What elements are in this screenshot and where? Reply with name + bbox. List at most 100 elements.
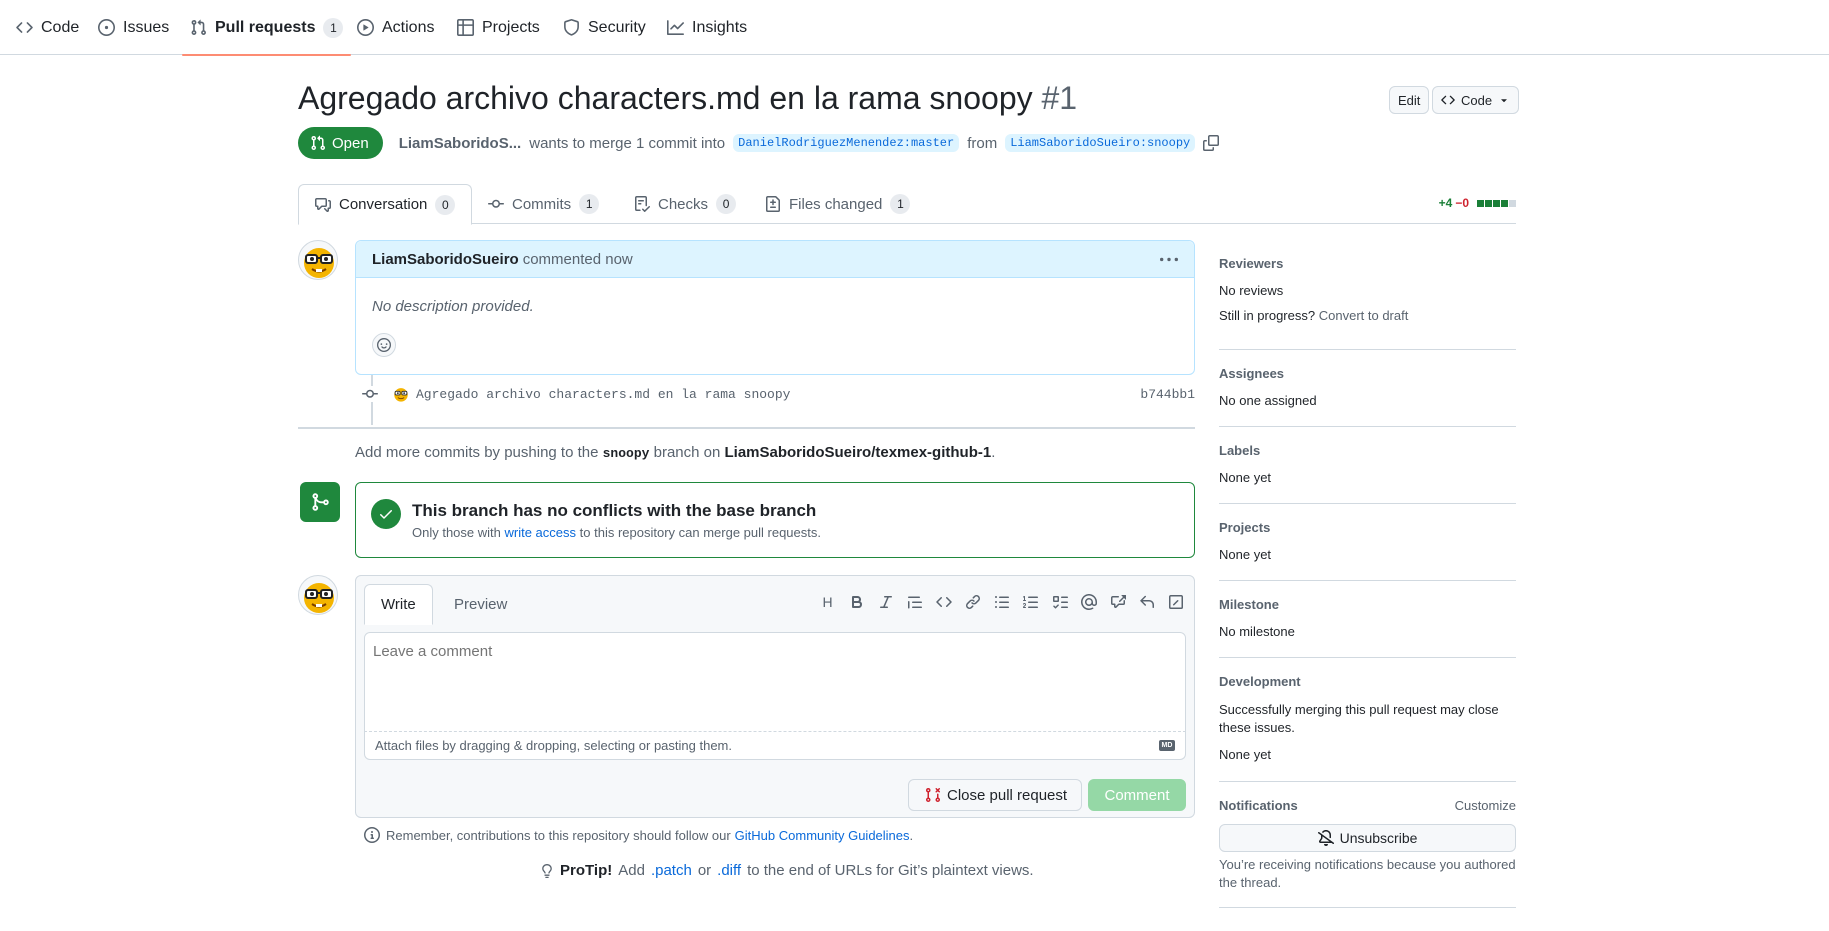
- nav-code[interactable]: Code: [16, 0, 79, 55]
- guidelines-suffix: .: [909, 827, 914, 843]
- bold-icon[interactable]: [848, 593, 865, 610]
- avatar[interactable]: [298, 240, 338, 280]
- hint-middle: branch on: [653, 444, 721, 461]
- merge-status-sub: Only those with write access to this rep…: [412, 525, 821, 540]
- labels-section[interactable]: Labels None yet: [1219, 443, 1516, 485]
- commit-message[interactable]: Agregado archivo characters.md en la ram…: [416, 387, 790, 402]
- pull-request-icon: [191, 19, 206, 35]
- tab-commits[interactable]: Commits 1: [472, 184, 615, 224]
- labels-heading[interactable]: Labels: [1219, 443, 1516, 458]
- avatar[interactable]: [298, 575, 338, 615]
- tab-checks[interactable]: Checks 0: [618, 184, 752, 224]
- link-icon[interactable]: [964, 593, 981, 610]
- unordered-list-icon[interactable]: [993, 593, 1010, 610]
- code-icon: [1441, 95, 1455, 105]
- git-commit-icon: [362, 386, 378, 402]
- nav-issues[interactable]: Issues: [98, 0, 169, 55]
- development-description: Successfully merging this pull request m…: [1219, 702, 1499, 735]
- commit-sha[interactable]: b744bb1: [1140, 387, 1195, 402]
- in-progress-text: Still in progress?: [1219, 308, 1316, 323]
- mention-icon[interactable]: [1080, 593, 1097, 610]
- checklist-icon: [635, 196, 650, 212]
- diffstat-blocks: [1476, 196, 1516, 210]
- sidebar-divider: [1219, 349, 1516, 350]
- smiley-icon: [377, 338, 391, 352]
- milestone-heading[interactable]: Milestone: [1219, 597, 1516, 612]
- heading-icon[interactable]: H: [819, 593, 836, 610]
- projects-section[interactable]: Projects None yet: [1219, 520, 1516, 562]
- reply-icon[interactable]: [1138, 593, 1155, 610]
- from-text: from: [967, 134, 998, 152]
- customize-notifications-link[interactable]: Customize: [1455, 798, 1516, 813]
- projects-heading[interactable]: Projects: [1219, 520, 1516, 535]
- reviewers-heading[interactable]: Reviewers: [1219, 256, 1516, 271]
- comment-submit-button[interactable]: Comment: [1088, 779, 1186, 811]
- unsubscribe-button[interactable]: Unsubscribe: [1219, 824, 1516, 852]
- edit-button-label: Edit: [1398, 92, 1421, 108]
- code-dropdown-button[interactable]: Code: [1432, 86, 1520, 114]
- comment-time[interactable]: commented now: [523, 251, 633, 268]
- development-heading[interactable]: Development: [1219, 674, 1516, 689]
- hint-repo[interactable]: LiamSaboridoSueiro/texmex-github-1: [725, 444, 992, 461]
- base-branch[interactable]: DanielRodriguezMenendez:master: [733, 134, 960, 152]
- protip: ProTip! Add .patch or .diff to the end o…: [540, 862, 1034, 879]
- assignees-heading[interactable]: Assignees: [1219, 366, 1516, 381]
- diffstat-square: [1477, 200, 1484, 207]
- development-section[interactable]: Development Successfully merging this pu…: [1219, 674, 1516, 762]
- pull-requests-counter: 1: [323, 17, 344, 38]
- merge-box: This branch has no conflicts with the ba…: [355, 482, 1195, 558]
- milestone-section[interactable]: Milestone No milestone: [1219, 597, 1516, 639]
- edit-button[interactable]: Edit: [1389, 86, 1430, 114]
- head-branch[interactable]: LiamSaboridoSueiro:snoopy: [1005, 134, 1196, 152]
- tasklist-icon[interactable]: [1051, 593, 1068, 610]
- tab-preview[interactable]: Preview: [438, 584, 523, 624]
- markdown-icon[interactable]: MD: [1159, 740, 1175, 751]
- nav-security-label: Security: [588, 18, 646, 36]
- nav-projects[interactable]: Projects: [457, 0, 540, 55]
- merge-status-title: This branch has no conflicts with the ba…: [412, 501, 817, 520]
- comment-textarea[interactable]: [364, 632, 1186, 732]
- file-diff-icon: [766, 196, 780, 212]
- nav-pull-requests[interactable]: Pull requests 1: [181, 0, 352, 56]
- close-pull-request-button[interactable]: Close pull request: [908, 779, 1083, 811]
- italic-icon[interactable]: [877, 593, 894, 610]
- code-icon[interactable]: [935, 593, 952, 610]
- tab-write[interactable]: Write: [364, 584, 433, 625]
- quote-icon[interactable]: [906, 593, 923, 610]
- push-hint: Add more commits by pushing to the snoop…: [355, 444, 995, 461]
- nav-insights[interactable]: Insights: [667, 0, 747, 55]
- community-guidelines-link[interactable]: GitHub Community Guidelines: [735, 828, 910, 843]
- tab-conversation[interactable]: Conversation 0: [298, 184, 473, 225]
- attach-files-bar[interactable]: Attach files by dragging & dropping, sel…: [364, 732, 1186, 760]
- commit-author-avatar[interactable]: [392, 385, 410, 403]
- comment-editor: Write Preview H Attach files by dragging…: [355, 575, 1195, 818]
- cross-reference-icon[interactable]: [1109, 593, 1126, 610]
- patch-link[interactable]: .patch: [651, 862, 692, 879]
- diff-link[interactable]: .diff: [717, 862, 741, 879]
- comment-author[interactable]: LiamSaboridoSueiro: [372, 251, 519, 268]
- reviewers-section[interactable]: Reviewers No reviews Still in progress? …: [1219, 256, 1516, 323]
- nav-security[interactable]: Security: [563, 0, 646, 55]
- add-reaction-button[interactable]: [372, 333, 396, 357]
- markdown-toolbar: H: [819, 593, 1184, 610]
- close-pull-request-label: Close pull request: [947, 786, 1068, 804]
- write-access-link[interactable]: write access: [505, 525, 577, 540]
- info-icon: [364, 827, 380, 843]
- diff-modified-icon[interactable]: [1167, 593, 1184, 610]
- ordered-list-icon[interactable]: [1022, 593, 1039, 610]
- pr-title: Agregado archivo characters.md en la ram…: [298, 80, 1077, 117]
- unsubscribe-label: Unsubscribe: [1339, 830, 1418, 846]
- assignees-section[interactable]: Assignees No one assigned: [1219, 366, 1516, 408]
- kebab-horizontal-icon[interactable]: [1160, 251, 1178, 269]
- development-value: None yet: [1219, 747, 1272, 762]
- convert-to-draft-link[interactable]: Convert to draft: [1319, 308, 1409, 323]
- diffstat[interactable]: +4 −0: [1439, 196, 1516, 210]
- tab-files-changed[interactable]: Files changed 1: [749, 184, 926, 224]
- timeline-divider: [298, 427, 1195, 429]
- pr-author[interactable]: LiamSaboridoS...: [399, 135, 522, 152]
- play-icon: [357, 19, 374, 36]
- nav-actions[interactable]: Actions: [357, 0, 434, 55]
- copy-icon[interactable]: [1203, 135, 1220, 151]
- state-badge: Open: [298, 127, 383, 159]
- git-merge-icon: [312, 493, 329, 511]
